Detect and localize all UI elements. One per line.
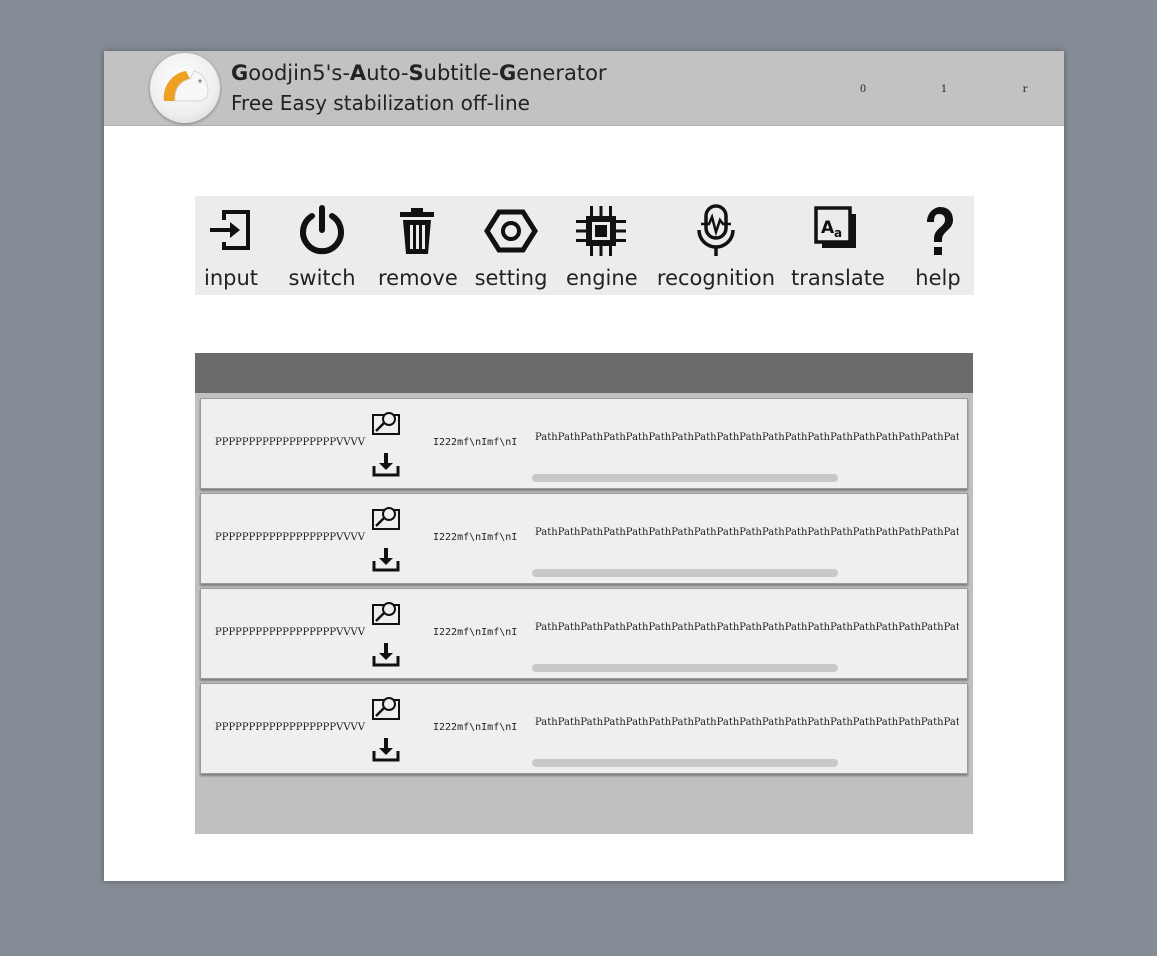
help-label: help (915, 266, 961, 290)
setting-button[interactable]: setting (473, 196, 549, 295)
remove-label: remove (378, 266, 458, 290)
remove-button[interactable]: remove (378, 196, 458, 295)
file-path: PathPathPathPathPathPathPathPathPathPath… (535, 622, 959, 633)
file-progress-bar (532, 569, 838, 577)
app-title: Goodjin5's-Auto-Subtitle-Generator (231, 61, 607, 85)
file-path: PathPathPathPathPathPathPathPathPathPath… (535, 527, 959, 538)
switch-button[interactable]: switch (285, 196, 359, 295)
app-logo-icon (150, 53, 220, 123)
file-progress-bar (532, 474, 838, 482)
file-path: PathPathPathPathPathPathPathPathPathPath… (535, 432, 959, 443)
help-button[interactable]: help (908, 196, 968, 295)
file-row[interactable]: PPPPPPPPPPPPPPPPPPVVVV I222mf\nImf\nI Pa… (200, 588, 968, 679)
engine-label: engine (566, 266, 638, 290)
engine-button[interactable]: engine (566, 196, 638, 295)
app-title-initial: G (498, 61, 517, 85)
image-search-icon[interactable] (372, 505, 400, 531)
image-search-icon[interactable] (372, 410, 400, 436)
file-list-header (195, 353, 973, 393)
file-name: PPPPPPPPPPPPPPPPPPVVVV (215, 627, 365, 638)
file-row[interactable]: PPPPPPPPPPPPPPPPPPVVVV I222mf\nImf\nI Pa… (200, 493, 968, 584)
file-list[interactable]: PPPPPPPPPPPPPPPPPPVVVV I222mf\nImf\nI Pa… (195, 353, 973, 834)
download-icon[interactable] (372, 642, 400, 668)
svg-text:a: a (834, 226, 842, 240)
microphone-icon (697, 204, 735, 256)
chip-icon (576, 206, 626, 256)
input-button[interactable]: input (195, 196, 267, 295)
file-progress-bar (532, 759, 838, 767)
input-icon (210, 210, 250, 250)
translate-icon: A a (814, 206, 856, 248)
translate-label: translate (791, 266, 885, 290)
recognition-button[interactable]: recognition (656, 196, 776, 295)
hexagon-nut-icon (484, 209, 538, 253)
power-icon (300, 205, 344, 255)
file-row[interactable]: PPPPPPPPPPPPPPPPPPVVVV I222mf\nImf\nI Pa… (200, 398, 968, 489)
image-search-icon[interactable] (372, 600, 400, 626)
app-subtitle: Free Easy stabilization off-line (231, 91, 530, 115)
download-icon[interactable] (372, 547, 400, 573)
app-title-segment: oodjin5's- (248, 61, 350, 85)
app-window: Goodjin5's-Auto-Subtitle-Generator Free … (104, 51, 1064, 881)
maximize-button[interactable]: 1 (938, 84, 950, 95)
download-icon[interactable] (372, 452, 400, 478)
file-info: I222mf\nImf\nI (433, 437, 518, 448)
close-button[interactable]: r (1019, 84, 1031, 95)
file-progress-bar (532, 664, 838, 672)
file-name: PPPPPPPPPPPPPPPPPPVVVV (215, 722, 365, 733)
trash-icon (400, 208, 434, 254)
file-info: I222mf\nImf\nI (433, 722, 518, 733)
app-title-initial: A (349, 61, 367, 85)
input-label: input (203, 266, 259, 290)
recognition-label: recognition (656, 266, 776, 290)
app-title-initial: G (231, 61, 249, 85)
file-info: I222mf\nImf\nI (433, 627, 518, 638)
setting-label: setting (474, 266, 548, 290)
file-name: PPPPPPPPPPPPPPPPPPVVVV (215, 532, 365, 543)
file-path: PathPathPathPathPathPathPathPathPathPath… (535, 717, 959, 728)
toolbar: input switch remove setting engine recog… (195, 196, 974, 295)
image-search-icon[interactable] (372, 695, 400, 721)
app-title-segment: enerator (516, 61, 607, 85)
question-icon (927, 207, 953, 255)
file-info: I222mf\nImf\nI (433, 532, 518, 543)
svg-text:A: A (821, 218, 835, 238)
title-bar[interactable]: Goodjin5's-Auto-Subtitle-Generator Free … (104, 51, 1064, 126)
app-title-segment: ubtitle- (423, 61, 499, 85)
switch-label: switch (288, 266, 356, 290)
minimize-button[interactable]: 0 (857, 84, 869, 95)
translate-button[interactable]: A a translate (791, 196, 885, 295)
file-row[interactable]: PPPPPPPPPPPPPPPPPPVVVV I222mf\nImf\nI Pa… (200, 683, 968, 774)
file-name: PPPPPPPPPPPPPPPPPPVVVV (215, 437, 365, 448)
app-title-segment: uto- (366, 61, 409, 85)
download-icon[interactable] (372, 737, 400, 763)
app-title-initial: S (408, 61, 424, 85)
